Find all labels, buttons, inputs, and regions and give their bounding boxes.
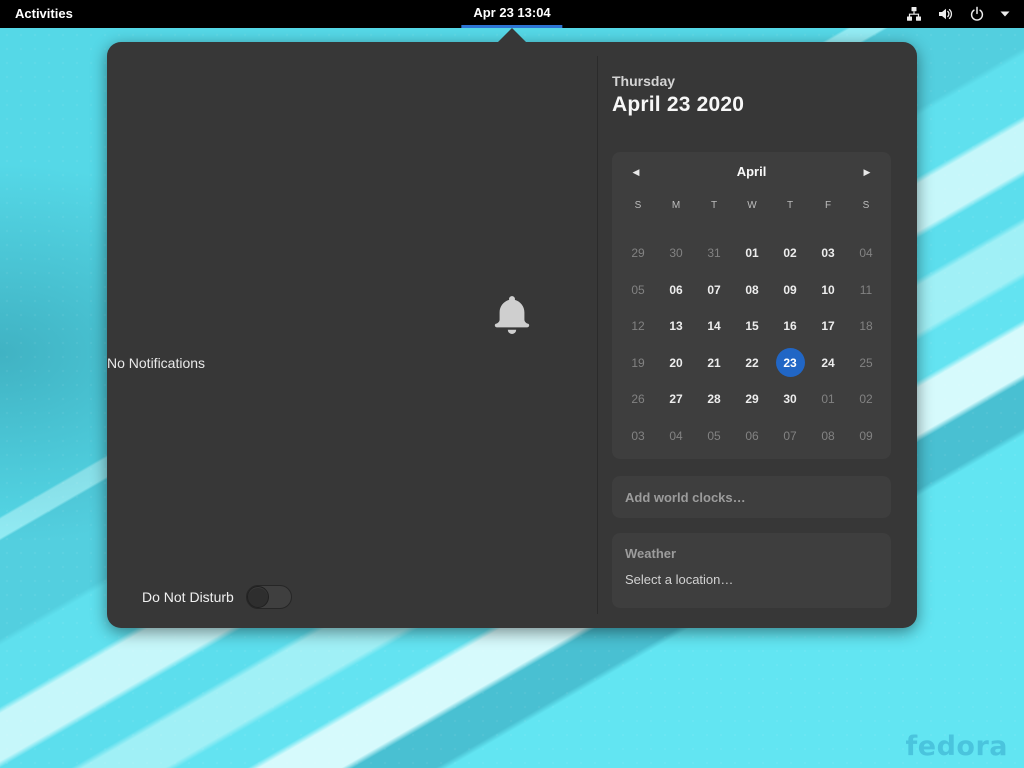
calendar-notification-panel: No Notifications Do Not Disturb Thursday…: [107, 42, 917, 628]
calendar-day[interactable]: 02: [847, 381, 885, 418]
calendar-day-selected[interactable]: 23: [771, 345, 809, 382]
calendar-weekday-headers: SMTWTFS: [619, 200, 885, 211]
calendar-day[interactable]: 01: [809, 381, 847, 418]
clock-button[interactable]: Apr 23 13:04: [461, 0, 562, 28]
calendar-day[interactable]: 11: [847, 272, 885, 309]
calendar-day[interactable]: 06: [733, 418, 771, 455]
calendar-day[interactable]: 31: [695, 235, 733, 272]
calendar-day[interactable]: 01: [733, 235, 771, 272]
calendar-day[interactable]: 20: [657, 345, 695, 382]
calendar-day[interactable]: 05: [619, 272, 657, 309]
calendar-day[interactable]: 04: [847, 235, 885, 272]
add-world-clocks-button[interactable]: Add world clocks…: [612, 476, 891, 518]
calendar-day[interactable]: 03: [619, 418, 657, 455]
top-bar: Activities Apr 23 13:04: [0, 0, 1024, 28]
calendar-day[interactable]: 12: [619, 308, 657, 345]
activities-button[interactable]: Activities: [0, 0, 88, 28]
chevron-down-icon: [1000, 11, 1010, 17]
calendar-day[interactable]: 06: [657, 272, 695, 309]
calendar-day[interactable]: 25: [847, 345, 885, 382]
power-icon: [969, 6, 985, 22]
weekday-header: S: [619, 200, 657, 211]
add-world-clocks-label: Add world clocks…: [625, 490, 746, 505]
prev-month-button[interactable]: ◀: [620, 159, 652, 185]
volume-icon: [937, 6, 954, 22]
weekday-header: T: [695, 200, 733, 211]
calendar-day[interactable]: 27: [657, 381, 695, 418]
calendar-day[interactable]: 21: [695, 345, 733, 382]
calendar-day[interactable]: 04: [657, 418, 695, 455]
calendar-day[interactable]: 19: [619, 345, 657, 382]
calendar-day[interactable]: 24: [809, 345, 847, 382]
calendar-day[interactable]: 29: [619, 235, 657, 272]
calendar-header: ◀ April ▶: [612, 152, 891, 192]
panel-pointer: [498, 28, 526, 42]
do-not-disturb-toggle[interactable]: [246, 585, 292, 609]
calendar-day[interactable]: 14: [695, 308, 733, 345]
calendar-day[interactable]: 03: [809, 235, 847, 272]
date-header-date: April 23 2020: [612, 93, 744, 117]
calendar-day-grid: 2930310102030405060708091011121314151617…: [619, 235, 885, 454]
calendar-day[interactable]: 30: [657, 235, 695, 272]
toggle-knob: [247, 586, 269, 608]
next-month-button[interactable]: ▶: [851, 159, 883, 185]
weekday-header: F: [809, 200, 847, 211]
no-notifications-label: No Notifications: [107, 355, 597, 371]
calendar-day[interactable]: 18: [847, 308, 885, 345]
calendar-day[interactable]: 22: [733, 345, 771, 382]
fedora-logo: fedora: [906, 731, 1008, 762]
calendar-day[interactable]: 05: [695, 418, 733, 455]
calendar-widget: ◀ April ▶ SMTWTFS 2930310102030405060708…: [612, 152, 891, 459]
calendar-day[interactable]: 26: [619, 381, 657, 418]
system-status-area[interactable]: [906, 0, 1024, 28]
network-wired-icon: [906, 6, 922, 22]
calendar-month-label: April: [612, 152, 891, 192]
calendar-day[interactable]: 15: [733, 308, 771, 345]
calendar-day[interactable]: 17: [809, 308, 847, 345]
calendar-day[interactable]: 29: [733, 381, 771, 418]
weekday-header: S: [847, 200, 885, 211]
do-not-disturb-row: Do Not Disturb: [142, 585, 292, 609]
date-header-weekday: Thursday: [612, 73, 675, 89]
weather-location-label: Select a location…: [625, 572, 878, 587]
calendar-day[interactable]: 13: [657, 308, 695, 345]
calendar-day[interactable]: 10: [809, 272, 847, 309]
calendar-day[interactable]: 07: [695, 272, 733, 309]
weekday-header: T: [771, 200, 809, 211]
calendar-day[interactable]: 09: [771, 272, 809, 309]
calendar-day[interactable]: 16: [771, 308, 809, 345]
do-not-disturb-label: Do Not Disturb: [142, 589, 234, 605]
calendar-day[interactable]: 08: [809, 418, 847, 455]
calendar-day[interactable]: 30: [771, 381, 809, 418]
weekday-header: W: [733, 200, 771, 211]
calendar-day[interactable]: 09: [847, 418, 885, 455]
calendar-day[interactable]: 07: [771, 418, 809, 455]
weekday-header: M: [657, 200, 695, 211]
calendar-day[interactable]: 08: [733, 272, 771, 309]
weather-button[interactable]: Weather Select a location…: [612, 533, 891, 608]
calendar-day[interactable]: 28: [695, 381, 733, 418]
weather-title: Weather: [625, 546, 878, 561]
calendar-day[interactable]: 02: [771, 235, 809, 272]
panel-divider: [597, 56, 598, 614]
